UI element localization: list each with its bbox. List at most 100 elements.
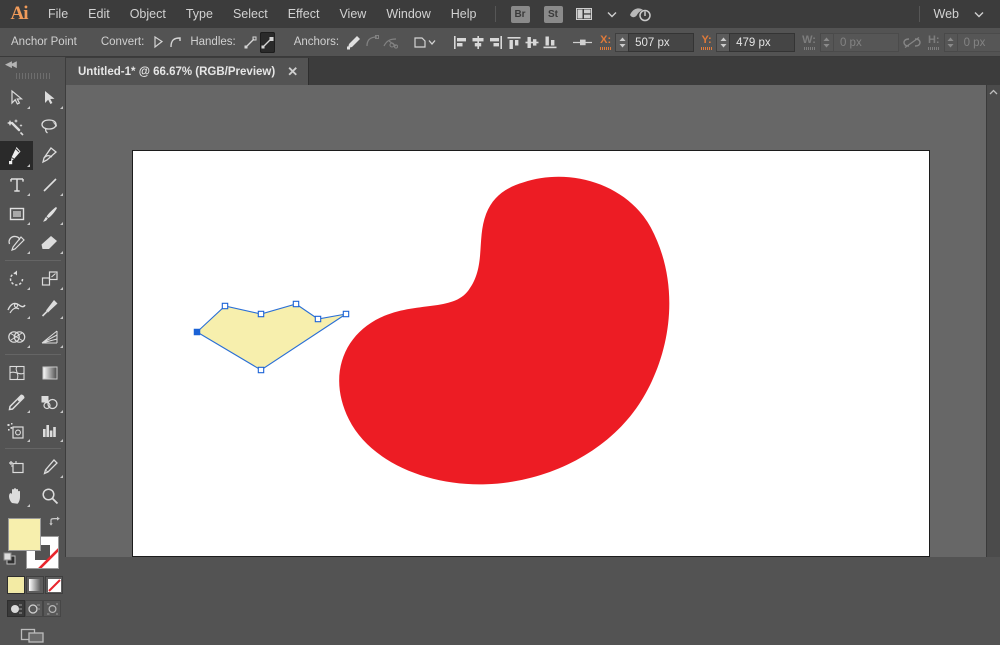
width-field[interactable]: W: 0 px — [799, 33, 899, 52]
x-input[interactable]: 507 px — [628, 33, 694, 52]
pen-tool[interactable] — [0, 141, 33, 170]
artwork-layer[interactable] — [132, 150, 930, 557]
perspective-grid-tool[interactable] — [33, 322, 66, 351]
x-stepper[interactable] — [615, 33, 628, 52]
eyedropper-tool[interactable] — [0, 387, 33, 416]
align-left-icon[interactable] — [452, 32, 468, 53]
align-top-icon[interactable] — [506, 32, 522, 53]
menu-window[interactable]: Window — [376, 0, 440, 28]
anchor-point[interactable] — [258, 311, 263, 316]
workspace-chevron-down-icon[interactable] — [968, 4, 990, 24]
tools-panel-header: ◀◀ — [0, 57, 65, 71]
swap-fill-stroke-icon[interactable] — [49, 516, 61, 528]
cut-path-at-anchor-icon[interactable] — [382, 32, 398, 53]
curvature-tool[interactable] — [33, 141, 66, 170]
color-mode-button[interactable] — [7, 576, 25, 594]
slice-tool[interactable] — [33, 452, 66, 481]
shape-builder-tool[interactable] — [0, 322, 33, 351]
illustrator-mascot-icon[interactable] — [629, 4, 651, 24]
gradient-tool[interactable] — [33, 358, 66, 387]
height-field[interactable]: H: 0 px — [925, 33, 1000, 52]
h-stepper[interactable] — [944, 33, 957, 52]
stock-button[interactable]: St — [544, 6, 563, 23]
document-tab[interactable]: Untitled-1* @ 66.67% (RGB/Preview) ✕ — [66, 58, 309, 85]
y-stepper[interactable] — [716, 33, 729, 52]
bridge-button[interactable]: Br — [511, 6, 530, 23]
rectangle-tool[interactable] — [0, 199, 33, 228]
symbol-sprayer-tool[interactable] — [0, 416, 33, 445]
mesh-tool[interactable] — [0, 358, 33, 387]
transform-panel-icon[interactable] — [412, 32, 438, 53]
tools-panel-grip[interactable] — [0, 71, 65, 81]
canvas-area[interactable] — [66, 85, 986, 557]
menu-file[interactable]: File — [38, 0, 78, 28]
menu-type[interactable]: Type — [176, 0, 223, 28]
align-right-icon[interactable] — [488, 32, 504, 53]
convert-to-corner-icon[interactable] — [151, 32, 166, 53]
remove-anchor-icon[interactable] — [346, 32, 362, 53]
y-position-field[interactable]: Y: 479 px — [698, 33, 795, 52]
blend-tool[interactable] — [33, 387, 66, 416]
selected-polygon-shape[interactable] — [197, 304, 346, 370]
column-graph-tool[interactable] — [33, 416, 66, 445]
zoom-tool[interactable] — [33, 481, 66, 510]
type-tool[interactable] — [0, 170, 33, 199]
artboard-tool[interactable] — [0, 452, 33, 481]
free-transform-tool[interactable] — [33, 293, 66, 322]
red-bean-shape[interactable] — [339, 177, 669, 485]
link-broken-icon[interactable] — [902, 32, 922, 53]
default-fill-stroke-icon[interactable] — [3, 552, 17, 566]
anchor-point[interactable] — [293, 301, 298, 306]
shaper-tool[interactable] — [0, 228, 33, 257]
h-input[interactable]: 0 px — [957, 33, 1000, 52]
change-screen-mode-button[interactable] — [0, 625, 65, 645]
draw-inside-button[interactable] — [43, 600, 61, 617]
menu-select[interactable]: Select — [223, 0, 278, 28]
hand-tool[interactable] — [0, 481, 33, 510]
anchor-point[interactable] — [315, 316, 320, 321]
width-tool[interactable] — [0, 293, 33, 322]
x-position-field[interactable]: X: 507 px — [597, 33, 694, 52]
anchor-point[interactable] — [343, 311, 348, 316]
direct-selection-tool[interactable] — [33, 83, 66, 112]
hide-handles-icon[interactable] — [260, 32, 275, 53]
menu-help[interactable]: Help — [441, 0, 487, 28]
y-input[interactable]: 479 px — [729, 33, 795, 52]
arrange-documents-icon[interactable] — [573, 4, 595, 24]
lasso-tool[interactable] — [33, 112, 66, 141]
chevron-up-icon[interactable] — [987, 85, 1000, 99]
close-icon[interactable]: ✕ — [285, 65, 300, 78]
anchor-point[interactable] — [258, 367, 263, 372]
align-horizontal-center-icon[interactable] — [470, 32, 486, 53]
w-stepper[interactable] — [820, 33, 833, 52]
show-handles-icon[interactable] — [243, 32, 258, 53]
menu-view[interactable]: View — [329, 0, 376, 28]
draw-normal-button[interactable] — [7, 600, 25, 617]
chevron-down-icon[interactable] — [601, 4, 623, 24]
double-chevron-left-icon[interactable]: ◀◀ — [5, 59, 15, 70]
vertical-scrollbar[interactable] — [986, 85, 1000, 557]
line-segment-tool[interactable] — [33, 170, 66, 199]
fill-swatch[interactable] — [8, 518, 41, 551]
draw-behind-button[interactable] — [25, 600, 43, 617]
scale-tool[interactable] — [33, 264, 66, 293]
menu-edit[interactable]: Edit — [78, 0, 120, 28]
reference-point-icon[interactable] — [572, 32, 594, 53]
eraser-tool[interactable] — [33, 228, 66, 257]
selection-tool[interactable] — [0, 83, 33, 112]
gradient-mode-button[interactable] — [26, 576, 44, 594]
anchor-point-selected[interactable] — [194, 329, 199, 334]
anchor-point[interactable] — [222, 303, 227, 308]
menu-effect[interactable]: Effect — [278, 0, 330, 28]
connect-anchors-icon[interactable] — [364, 32, 380, 53]
paintbrush-tool[interactable] — [33, 199, 66, 228]
w-input[interactable]: 0 px — [833, 33, 899, 52]
none-mode-button[interactable] — [45, 576, 63, 594]
workspace-label[interactable]: Web — [928, 7, 965, 21]
convert-to-smooth-icon[interactable] — [168, 32, 183, 53]
magic-wand-tool[interactable] — [0, 112, 33, 141]
align-vertical-center-icon[interactable] — [524, 32, 540, 53]
rotate-tool[interactable] — [0, 264, 33, 293]
menu-object[interactable]: Object — [120, 0, 176, 28]
align-bottom-icon[interactable] — [542, 32, 558, 53]
